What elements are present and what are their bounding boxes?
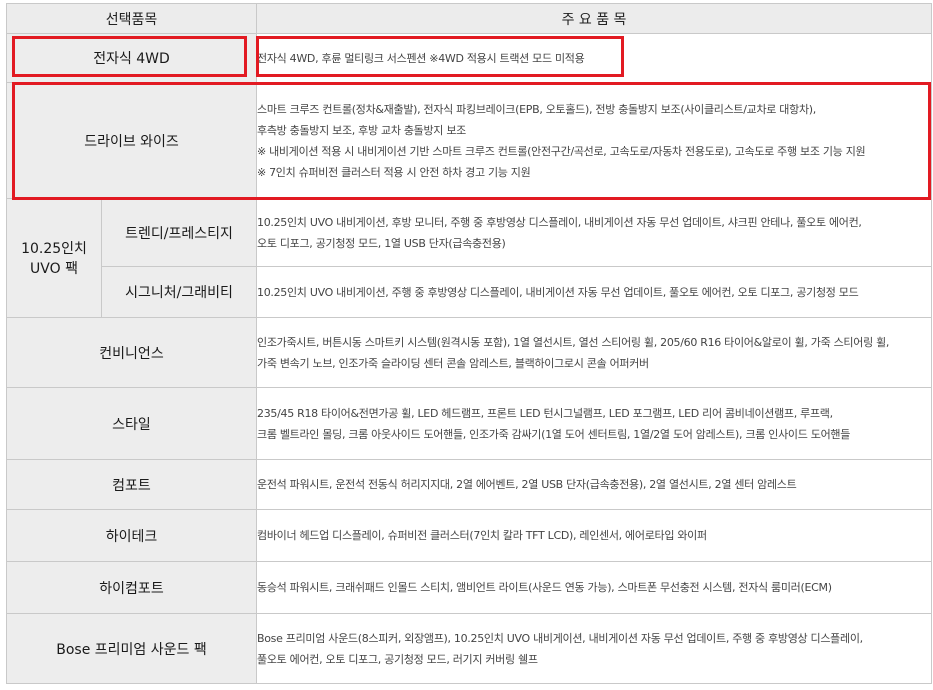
uvo-signature-line-1: 10.25인치 UVO 내비게이션, 주행 중 후방영상 디스플레이, 내비게이… (257, 285, 859, 299)
uvo-signature-name: 시그니처/그래비티 (101, 266, 257, 318)
hicomfort-name: 하이컴포트 (6, 561, 257, 614)
comfort-line-1: 운전석 파워시트, 운전석 전동식 허리지지대, 2열 에어벤트, 2열 USB… (257, 478, 797, 491)
drive-line-3: ※ 내비게이션 적용 시 내비게이션 기반 스마트 크루즈 컨트롤(안전구간/곡… (257, 144, 866, 158)
row-uvo-signature: 시그니처/그래비티 10.25인치 UVO 내비게이션, 주행 중 후방영상 디… (7, 266, 932, 318)
uvo-pack-name-line-1: 10.25인치 (21, 241, 87, 257)
convenience-line-1: 인조가죽시트, 버튼시동 스마트키 시스템(원격시동 포함), 1열 열선시트,… (257, 335, 890, 349)
uvo-pack-name: 10.25인치 UVO 팩 (6, 198, 102, 318)
hicomfort-desc: 동승석 파워시트, 크래쉬패드 인몰드 스티치, 앰비언트 라이트(사운드 연동… (256, 561, 932, 614)
row-hitech: 하이테크 컴바이너 헤드업 디스플레이, 슈퍼비전 클러스터(7인치 칼라 TF… (6, 509, 932, 562)
convenience-name: 컨비니언스 (6, 317, 257, 388)
comfort-desc: 운전석 파워시트, 운전석 전동식 허리지지대, 2열 에어벤트, 2열 USB… (256, 459, 932, 510)
uvo-trendy-line-1: 10.25인치 UVO 내비게이션, 후방 모니터, 주행 중 후방영상 디스플… (257, 215, 862, 229)
uvo-pack-name-line-2: UVO 팩 (30, 261, 78, 277)
row-uvo-trendy: 10.25인치 UVO 팩 트렌디/프레스티지 10.25인치 UVO 내비게이… (6, 198, 932, 318)
row-awd: 전자식 4WD 전자식 4WD, 후륜 멀티링크 서스펜션 ※4WD 적용시 트… (6, 33, 932, 83)
awd-desc: 전자식 4WD, 후륜 멀티링크 서스펜션 ※4WD 적용시 트랙션 모드 미적… (256, 33, 932, 83)
drive-line-1: 스마트 크루즈 컨트롤(정차&재출발), 전자식 파킹브레이크(EPB, 오토홀… (257, 102, 816, 116)
awd-line-1: 전자식 4WD, 후륜 멀티링크 서스펜션 ※4WD 적용시 트랙션 모드 미적… (257, 51, 585, 65)
hicomfort-line-1: 동승석 파워시트, 크래쉬패드 인몰드 스티치, 앰비언트 라이트(사운드 연동… (257, 581, 832, 594)
drive-line-4: ※ 7인치 슈퍼비전 클러스터 적용 시 안전 하차 경고 기능 지원 (257, 165, 531, 179)
uvo-trendy-line-2: 오토 디포그, 공기청정 모드, 1열 USB 단자(급속충전용) (257, 236, 506, 250)
bose-line-2: 풀오토 에어컨, 오토 디포그, 공기청정 모드, 러기지 커버링 쉘프 (257, 652, 538, 666)
convenience-desc: 인조가죽시트, 버튼시동 스마트키 시스템(원격시동 포함), 1열 열선시트,… (256, 317, 932, 388)
drive-wise-desc: 스마트 크루즈 컨트롤(정차&재출발), 전자식 파킹브레이크(EPB, 오토홀… (256, 82, 932, 199)
drive-wise-name: 드라이브 와이즈 (6, 82, 257, 199)
style-line-1: 235/45 R18 타이어&전면가공 휠, LED 헤드램프, 프론트 LED… (257, 406, 833, 420)
style-name: 스타일 (6, 387, 257, 460)
row-comfort: 컴포트 운전석 파워시트, 운전석 전동식 허리지지대, 2열 에어벤트, 2열… (6, 459, 932, 510)
bose-name: Bose 프리미엄 사운드 팩 (6, 613, 257, 684)
row-hicomfort: 하이컴포트 동승석 파워시트, 크래쉬패드 인몰드 스티치, 앰비언트 라이트(… (6, 561, 932, 614)
awd-name: 전자식 4WD (6, 33, 257, 83)
uvo-signature-desc: 10.25인치 UVO 내비게이션, 주행 중 후방영상 디스플레이, 내비게이… (256, 266, 932, 318)
uvo-trendy-name: 트렌디/프레스티지 (101, 198, 257, 267)
header-selected-item: 선택품목 (6, 3, 257, 34)
header-main-items: 주 요 품 목 (256, 3, 932, 34)
drive-line-2: 후측방 충돌방지 보조, 후방 교차 충돌방지 보조 (257, 123, 466, 137)
uvo-trendy-desc: 10.25인치 UVO 내비게이션, 후방 모니터, 주행 중 후방영상 디스플… (256, 198, 932, 267)
convenience-line-2: 가죽 변속기 노브, 인조가죽 슬라이딩 센터 콘솔 암레스트, 블랙하이그로시… (257, 356, 649, 370)
hitech-name: 하이테크 (6, 509, 257, 562)
options-table: 선택품목 주 요 품 목 전자식 4WD 전자식 4WD, 후륜 멀티링크 서스… (6, 3, 932, 684)
style-desc: 235/45 R18 타이어&전면가공 휠, LED 헤드램프, 프론트 LED… (256, 387, 932, 460)
row-style: 스타일 235/45 R18 타이어&전면가공 휠, LED 헤드램프, 프론트… (6, 387, 932, 460)
bose-desc: Bose 프리미엄 사운드(8스피커, 외장앰프), 10.25인치 UVO 내… (256, 613, 932, 684)
hitech-desc: 컴바이너 헤드업 디스플레이, 슈퍼비전 클러스터(7인치 칼라 TFT LCD… (256, 509, 932, 562)
row-bose: Bose 프리미엄 사운드 팩 Bose 프리미엄 사운드(8스피커, 외장앰프… (6, 613, 932, 684)
hitech-line-1: 컴바이너 헤드업 디스플레이, 슈퍼비전 클러스터(7인치 칼라 TFT LCD… (257, 529, 707, 542)
bose-line-1: Bose 프리미엄 사운드(8스피커, 외장앰프), 10.25인치 UVO 내… (257, 631, 863, 645)
row-drive-wise: 드라이브 와이즈 스마트 크루즈 컨트롤(정차&재출발), 전자식 파킹브레이크… (6, 82, 932, 199)
style-line-2: 크롬 벨트라인 몰딩, 크롬 아웃사이드 도어핸들, 인조가죽 감싸기(1열 도… (257, 427, 851, 441)
comfort-name: 컴포트 (6, 459, 257, 510)
row-convenience: 컨비니언스 인조가죽시트, 버튼시동 스마트키 시스템(원격시동 포함), 1열… (6, 317, 932, 388)
header-row: 선택품목 주 요 품 목 (6, 3, 932, 34)
